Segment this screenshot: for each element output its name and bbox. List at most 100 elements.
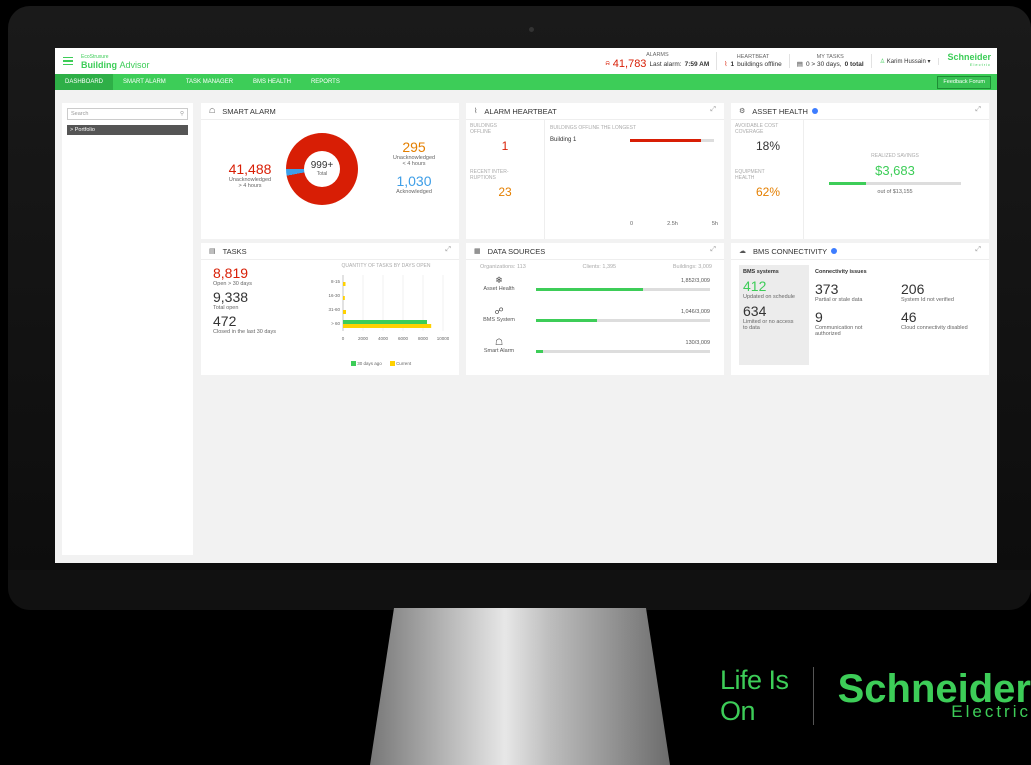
expand-icon[interactable]: ⤢ <box>710 106 716 114</box>
data-source-row[interactable]: ❄ Asset Health 1,852/3,009 <box>474 273 718 304</box>
x-tick-label: 8000 <box>418 336 429 341</box>
source-count: 130/3,009 <box>685 340 710 346</box>
feedback-forum-button[interactable]: Feedback Forum <box>937 76 991 89</box>
offline-building-name: Building 1 <box>550 137 577 143</box>
data-source-row[interactable]: ☖ Smart Alarm 130/3,009 <box>474 335 718 366</box>
source-progress-bar <box>536 319 710 322</box>
recent-interruptions-value: 23 <box>498 185 512 199</box>
updated-schedule-label: Updated on schedule <box>743 294 795 300</box>
heartbeat-text: buildings offline <box>737 60 782 68</box>
x-tick-label: 4000 <box>378 336 389 341</box>
last-alarm-time: 7:59 AM <box>684 60 710 68</box>
bar <box>343 310 346 314</box>
life-is-on-slogan: Life Is On <box>720 665 789 726</box>
logo-title-bold: Building <box>81 60 117 70</box>
x-tick-label: 0 <box>342 336 345 341</box>
gear-icon: ⚙ <box>739 108 746 115</box>
data-source-row[interactable]: ☍ BMS System 1,046/3,009 <box>474 304 718 335</box>
comm-not-auth-label-2: authorized <box>815 331 841 337</box>
expand-icon[interactable]: ⤢ <box>975 246 981 254</box>
legend-current-label: Current <box>396 361 412 366</box>
alarms-summary[interactable]: ALARMS ⍾ 41,783 Last alarm: 7:59 AM <box>598 52 718 70</box>
chevron-down-icon: ▾ <box>927 58 931 65</box>
bar <box>343 282 346 286</box>
info-icon[interactable] <box>811 108 818 114</box>
x-tick-label: 10000 <box>437 336 449 341</box>
category-label: 8-15 <box>331 279 341 284</box>
realized-savings-value: $3,683 <box>875 163 915 178</box>
tasks-card: ▤ TASKS ⤢ 8,819 Open > 30 days 9,338 Total… <box>201 243 459 375</box>
recent-interruptions-label-2: RUPTIONS <box>470 175 496 181</box>
tasks-bar-chart[interactable]: 0 2000 4000 6000 8000 10000 8-15 16-30 31-60 > 60 <box>319 271 449 361</box>
offline-longest-title: BUILDINGS OFFLINE THE LONGEST <box>550 125 637 131</box>
avoidable-cost-label-2: COVERAGE <box>735 129 764 135</box>
clipboard-icon: ▤ <box>796 61 803 68</box>
cloud-icon: ☁ <box>739 248 746 255</box>
schneider-logo: Schneider Electric <box>939 53 991 69</box>
source-icon: ☍ <box>494 306 504 316</box>
category-label: 31-60 <box>328 307 340 312</box>
cloud-disabled-label: Cloud connectivity disabled <box>901 325 968 331</box>
alarm-heartbeat-title: ALARM HEARTBEAT <box>484 106 557 116</box>
alarms-count: 41,783 <box>612 58 647 70</box>
source-progress-bar <box>536 350 710 353</box>
search-icon[interactable]: ⚲ <box>180 109 184 119</box>
my-tasks-summary[interactable]: MY TASKS ▤ 0 > 30 days, 0 total <box>790 54 872 68</box>
info-icon[interactable] <box>831 248 838 254</box>
buildings-count: Buildings: 3,009 <box>672 264 712 270</box>
heartbeat-summary[interactable]: HEARTBEAT ⌇ 1 buildings offline <box>717 54 790 68</box>
search-input[interactable]: Search ⚲ <box>67 108 188 120</box>
asset-health-card: ⚙ ASSET HEALTH ⤢ AVOIDABLE COST COVERAGE 1… <box>731 103 989 239</box>
organizations-count: Organizations: 113 <box>480 264 526 270</box>
user-menu[interactable]: ♙ Karim Hussain ▾ <box>872 57 940 65</box>
expand-icon[interactable]: ⤢ <box>445 246 451 254</box>
closed-30-value: 472 <box>213 313 237 329</box>
nav-smart-alarm[interactable]: SMART ALARM <box>113 74 176 90</box>
asset-health-title: ASSET HEALTH <box>752 106 808 116</box>
alarm-donut-chart[interactable]: 999+ Total <box>286 133 358 205</box>
menu-icon[interactable] <box>63 56 73 66</box>
unack-under-4h-label-2: < 4 hours <box>402 161 426 167</box>
equipment-health-value: 62% <box>755 185 781 199</box>
portfolio-tree-item[interactable]: > Portfolio <box>67 125 188 135</box>
smart-alarm-card: ☖ SMART ALARM 41,488 Unacknowledged > 4 h… <box>201 103 459 239</box>
not-verified-label: System Id not verified <box>901 297 954 303</box>
brand-sub: Electric <box>969 62 991 67</box>
connectivity-issues-heading: Connectivity issues <box>815 269 867 275</box>
nav-task-manager[interactable]: TASK MANAGER <box>176 74 243 90</box>
expand-icon[interactable]: ⤢ <box>975 106 981 114</box>
nav-bms-health[interactable]: BMS HEALTH <box>243 74 301 90</box>
donut-total-value: 999+ <box>310 160 334 171</box>
source-icon: ☖ <box>494 337 504 347</box>
dashboard-screen: EcoStruxure Building Advisor ALARMS ⍾ 41… <box>55 48 997 563</box>
app-logo[interactable]: EcoStruxure Building Advisor <box>81 53 150 70</box>
alarm-bell-icon: ⍾ <box>605 60 610 67</box>
buildings-offline-label-2: OFFLINE <box>470 129 492 135</box>
main-nav: DASHBOARD SMART ALARM TASK MANAGER BMS H… <box>55 74 997 90</box>
updated-schedule-value: 412 <box>743 278 767 294</box>
unack-over-4h-label-2: > 4 hours <box>238 183 262 189</box>
unack-over-4h-value: 41,488 <box>228 161 272 177</box>
database-icon: ▦ <box>474 248 481 255</box>
expand-icon[interactable]: ⤢ <box>710 246 716 254</box>
comm-not-auth-value: 9 <box>815 309 823 325</box>
divider <box>812 667 814 725</box>
savings-progress-bar <box>829 182 961 185</box>
webcam <box>529 27 534 32</box>
category-label: 16-30 <box>328 293 340 298</box>
clipboard-icon: ▤ <box>209 248 216 255</box>
source-label: Smart Alarm <box>483 348 515 354</box>
user-name: Karim Hussain <box>886 58 926 65</box>
category-label: > 60 <box>331 321 340 326</box>
source-label: BMS System <box>483 317 515 323</box>
logo-title-rest: Advisor <box>119 60 150 70</box>
source-count: 1,852/3,009 <box>680 278 710 284</box>
legend-30-days: 30 days ago <box>351 361 382 367</box>
partial-data-label: Partial or stale data <box>815 297 863 303</box>
alarm-bell-icon: ☖ <box>209 108 216 115</box>
nav-reports[interactable]: REPORTS <box>301 74 350 90</box>
tasks-title: TASKS <box>222 246 247 256</box>
nav-dashboard[interactable]: DASHBOARD <box>55 74 114 90</box>
not-verified-value: 206 <box>901 281 925 297</box>
source-count: 1,046/3,009 <box>680 309 710 315</box>
